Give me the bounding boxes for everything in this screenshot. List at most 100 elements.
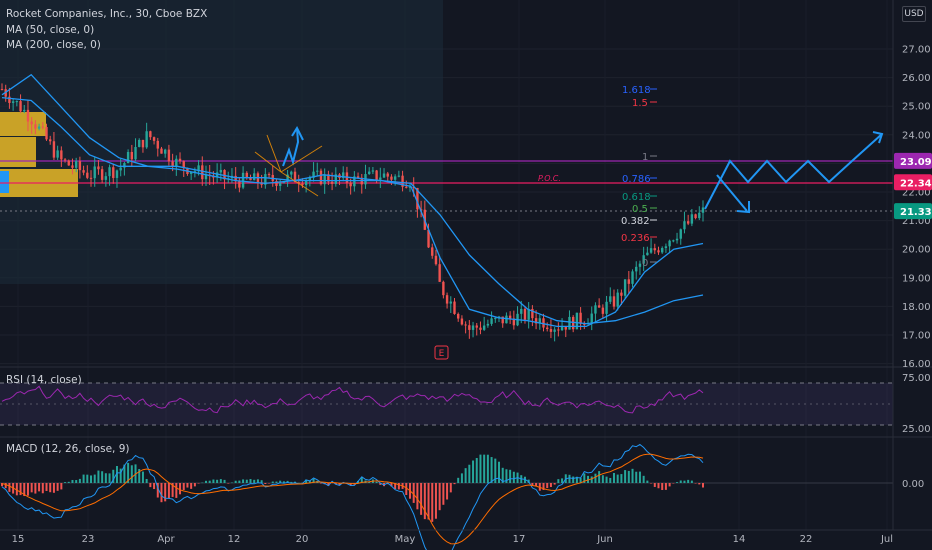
- candle-body: [34, 124, 37, 129]
- candle-body: [553, 329, 556, 332]
- price-tick: 27.00: [902, 45, 931, 56]
- time-tick: May: [395, 534, 416, 545]
- candle-body: [45, 127, 48, 140]
- macd-bar: [472, 460, 475, 483]
- candle-body: [482, 325, 486, 330]
- time-tick: 22: [800, 534, 813, 545]
- symbol-legend[interactable]: Rocket Companies, Inc., 30, Cboe BZX: [6, 8, 207, 20]
- macd-bar: [130, 465, 133, 483]
- macd-bar: [8, 483, 11, 492]
- earnings-marker[interactable]: E: [434, 345, 449, 360]
- time-tick: Jun: [596, 534, 613, 545]
- macd-bar: [646, 480, 649, 483]
- candle-body: [30, 121, 33, 125]
- candle-body: [178, 158, 182, 162]
- macd-bar: [268, 483, 271, 484]
- candle-body: [471, 325, 475, 330]
- macd-bar: [631, 468, 634, 483]
- time-tick: 17: [513, 534, 526, 545]
- candle-body: [316, 170, 319, 172]
- macd-bar: [271, 481, 274, 483]
- macd-bar: [234, 480, 237, 483]
- macd-bar: [60, 483, 63, 490]
- candle-body: [130, 151, 134, 160]
- price-badge-label: 22.34: [900, 178, 932, 189]
- macd-bar: [624, 470, 627, 483]
- macd-bar: [64, 482, 67, 483]
- price-tick: 18.00: [902, 302, 931, 313]
- macd-bar: [34, 483, 37, 494]
- candle-body: [145, 131, 148, 148]
- macd-bar: [653, 483, 656, 487]
- candle-body: [71, 165, 74, 168]
- candle-body: [683, 221, 686, 230]
- macd-bar: [153, 483, 156, 490]
- candle-body: [119, 167, 122, 171]
- macd-bar: [101, 471, 104, 483]
- macd-bar: [687, 479, 690, 483]
- macd-bar: [420, 483, 423, 515]
- candle-body: [664, 246, 668, 249]
- candle-body: [438, 264, 441, 282]
- candle-body: [330, 181, 334, 184]
- candle-body: [627, 279, 631, 284]
- macd-bar: [475, 458, 478, 483]
- candle-body: [108, 167, 111, 177]
- macd-bar: [71, 479, 74, 483]
- candle-body: [11, 101, 15, 103]
- macd-bar: [598, 471, 601, 483]
- macd-bar: [216, 479, 219, 483]
- macd-bar: [108, 473, 111, 483]
- candle-body: [393, 176, 397, 180]
- macd-bar: [457, 477, 460, 483]
- macd-bar: [19, 483, 22, 496]
- projection-zigzag[interactable]: [704, 131, 884, 214]
- candle-body: [508, 315, 512, 319]
- candle-body: [442, 281, 445, 296]
- candle-body: [594, 305, 597, 314]
- candle-body: [0, 89, 4, 91]
- candle-body: [67, 160, 70, 166]
- candle-body: [668, 240, 671, 247]
- candle-body: [698, 212, 701, 219]
- rsi-legend[interactable]: RSI (14, close): [6, 374, 82, 386]
- candle-body: [97, 166, 100, 170]
- fib-retracement[interactable]: 1.618 1.5 1 0.786 0.6180.50.382 0.236 0: [621, 85, 657, 269]
- candle-body: [605, 301, 608, 314]
- candle-body: [41, 126, 44, 128]
- candle-body: [100, 169, 104, 180]
- macd-bar: [512, 471, 515, 483]
- ma50-legend[interactable]: MA (50, close, 0): [6, 24, 94, 36]
- chart-canvas[interactable]: 1.618 1.5 1 0.786 0.6180.50.382 0.236 0 P.O.C.…: [0, 0, 932, 550]
- fib-level-label: 0.618: [622, 192, 651, 203]
- macd-legend[interactable]: MACD (12, 26, close, 9): [6, 443, 129, 455]
- candle-body: [382, 173, 386, 178]
- macd-bar: [460, 473, 463, 483]
- candle-body: [609, 296, 612, 302]
- macd-bar: [434, 483, 437, 519]
- macd-bar: [498, 461, 501, 483]
- fib-level-label: 1.618: [622, 85, 651, 96]
- macd-bar: [145, 478, 148, 483]
- macd-bar: [175, 483, 178, 498]
- macd-bar: [468, 464, 471, 483]
- candle-body: [694, 214, 697, 219]
- candle-body: [601, 307, 605, 314]
- macd-histogram: [1, 454, 704, 522]
- macd-bar: [616, 474, 619, 483]
- candle-body: [23, 109, 26, 112]
- macd-bar: [397, 483, 400, 490]
- macd-bar: [635, 471, 638, 483]
- ma200-legend[interactable]: MA (200, close, 0): [6, 39, 101, 51]
- candle-body: [649, 248, 653, 253]
- price-tick: 20.00: [902, 245, 931, 256]
- currency-button[interactable]: USD: [902, 6, 926, 22]
- fib-level-label: 0.786: [622, 174, 651, 185]
- candle-body: [405, 186, 408, 188]
- candle-body: [175, 158, 178, 167]
- candle-body: [464, 324, 467, 326]
- candle-body: [349, 182, 352, 187]
- macd-bar: [242, 479, 245, 483]
- macd-bar: [4, 483, 7, 489]
- macd-bar: [104, 473, 107, 483]
